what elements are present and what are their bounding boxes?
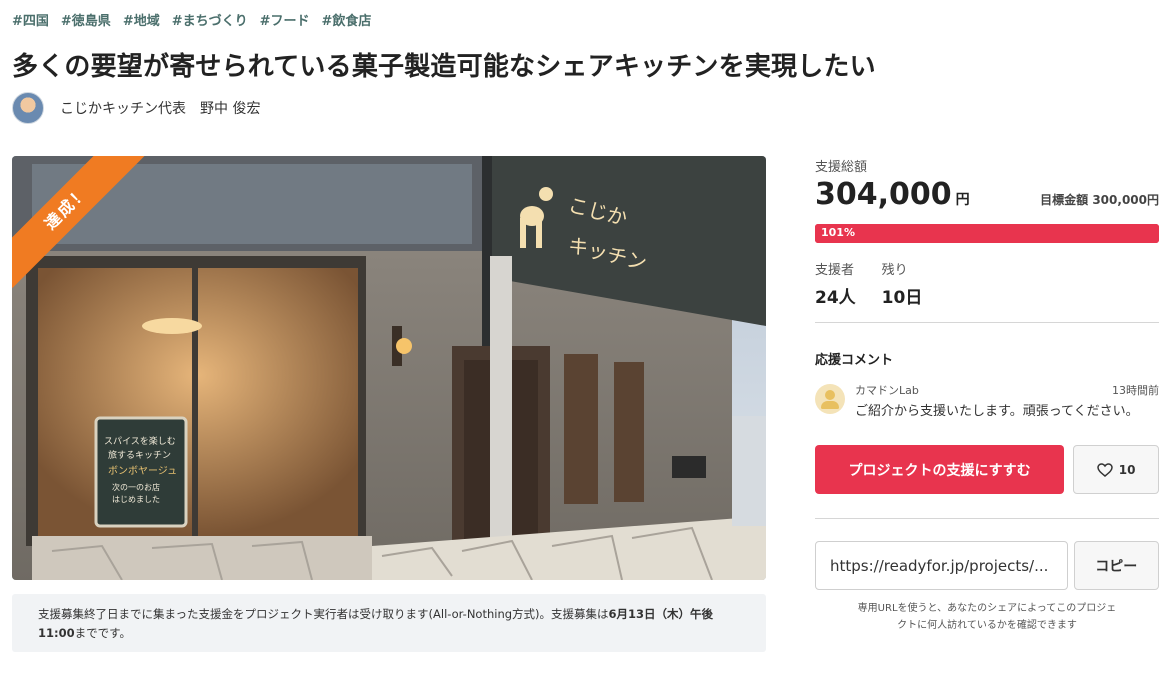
owner-name: こじかキッチン代表 野中 俊宏 xyxy=(60,101,261,117)
backers-value: 24人 xyxy=(815,288,856,308)
comment-item[interactable]: カマドンLab 13時間前 ご紹介から支援いたします。頑張ってください。 xyxy=(815,382,1159,421)
share-url-field[interactable]: https://readyfor.jp/projects/... xyxy=(815,541,1068,590)
commenter-name: カマドンLab xyxy=(855,384,919,397)
board-line-1: スパイスを楽しむ xyxy=(104,435,176,447)
notice-text: 支援募集終了日までに集まった支援金をプロジェクト実行者は受け取ります(All-o… xyxy=(38,607,609,621)
heart-icon xyxy=(1097,462,1113,477)
tag-link[interactable]: #飲食店 xyxy=(322,10,372,29)
board-line-4: 次の一のお店 xyxy=(112,482,160,492)
share-note: 専用URLを使うと、あなたのシェアによってこのプロジェ クトに何人訪れているかを… xyxy=(815,600,1159,634)
total-label: 支援総額 xyxy=(815,160,868,175)
stats: 支援者 24人 残り 10日 xyxy=(815,259,1159,308)
total-amount-value: 304,000 xyxy=(815,177,952,212)
project-owner[interactable]: こじかキッチン代表 野中 俊宏 xyxy=(12,92,260,124)
notice-text-end: までです。 xyxy=(74,626,131,640)
share-note-line-1: 専用URLを使うと、あなたのシェアによってこのプロジェ xyxy=(857,603,1117,614)
remaining-stat: 残り 10日 xyxy=(882,259,923,308)
board-line-2: 旅するキッチン xyxy=(108,449,171,461)
commenter-avatar xyxy=(815,384,845,414)
board-line-5: はじめました xyxy=(112,495,160,504)
remaining-label: 残り xyxy=(881,263,908,278)
tag-link[interactable]: #フード xyxy=(260,10,310,29)
divider xyxy=(815,322,1159,323)
progress-bar-fill xyxy=(815,224,1159,243)
backers-stat: 支援者 24人 xyxy=(815,259,856,308)
board-line-3: ボンボヤージュ xyxy=(108,465,177,477)
favorite-button[interactable]: 10 xyxy=(1073,445,1159,494)
share-note-line-2: クトに何人訪れているかを確認できます xyxy=(897,620,1077,631)
page-title: 多くの要望が寄せられている菓子製造可能なシェアキッチンを実現したい xyxy=(12,52,876,82)
total-amount-unit: 円 xyxy=(955,192,970,208)
copy-button[interactable]: コピー xyxy=(1073,541,1159,590)
favorite-count: 10 xyxy=(1118,462,1136,477)
funding-sidebar: 支援総額 304,000 円 目標金額 300,000円 101% 支援者 24人… xyxy=(815,156,1159,634)
progress-percent: 101% xyxy=(821,226,855,239)
achieved-ribbon: 達成！ xyxy=(12,156,162,306)
total-amount: 304,000 円 xyxy=(815,177,970,212)
tag-link[interactable]: #まちづくり xyxy=(172,10,248,29)
remaining-value: 10日 xyxy=(881,288,923,308)
progress-bar: 101% xyxy=(815,224,1159,243)
comment-text: ご紹介から支援いたします。頑張ってください。 xyxy=(855,404,1139,419)
support-project-button[interactable]: プロジェクトの支援にすすむ xyxy=(815,445,1065,494)
tag-list: #四国 #徳島県 #地域 #まちづくり #フード #飲食店 xyxy=(12,10,371,29)
tag-link[interactable]: #四国 xyxy=(12,10,49,29)
tag-link[interactable]: #徳島県 xyxy=(61,10,111,29)
comment-time: 13時間前 xyxy=(1112,384,1159,397)
comments-title: 応援コメント xyxy=(815,353,894,368)
achieved-ribbon-label: 達成！ xyxy=(12,156,147,288)
project-hero-image: こじか キッチン スパイスを楽しむ 旅するキッチン ボンボヤージュ 次の一のお店… xyxy=(12,156,766,580)
goal-amount: 目標金額 300,000円 xyxy=(1040,193,1159,207)
owner-avatar xyxy=(12,92,44,124)
all-or-nothing-notice: 支援募集終了日までに集まった支援金をプロジェクト実行者は受け取ります(All-o… xyxy=(12,594,766,652)
divider xyxy=(815,518,1159,519)
backers-label: 支援者 xyxy=(815,263,855,278)
tag-link[interactable]: #地域 xyxy=(123,10,160,29)
